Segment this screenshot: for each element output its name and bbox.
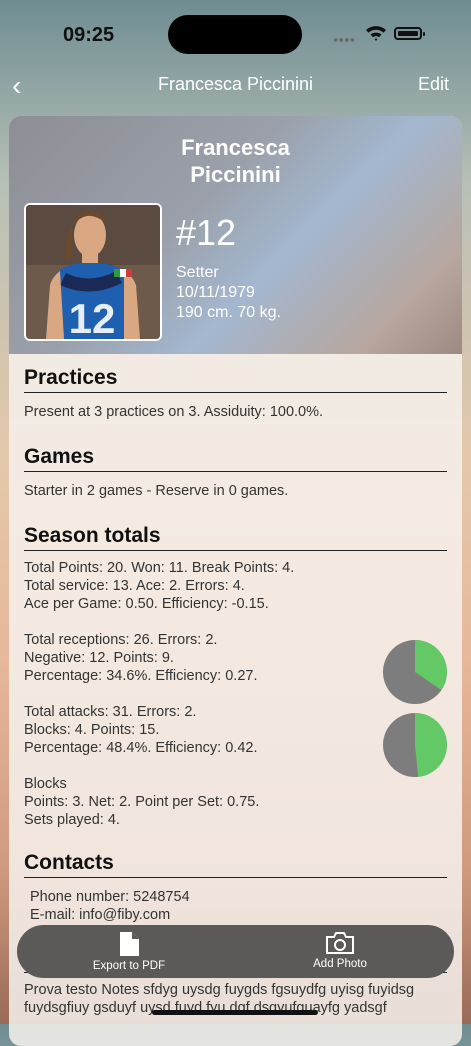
player-photo-image: 12: [26, 205, 160, 339]
practices-heading: Practices: [24, 366, 447, 393]
navigation-bar: ‹ Francesca Piccinini Edit: [0, 64, 471, 108]
season-totals-heading: Season totals: [24, 524, 447, 551]
player-card: Francesca Piccinini 12 #12 Setter 10/11/…: [9, 116, 462, 1046]
service-stat-line: Total service: 13. Ace: 2. Errors: 4.: [24, 578, 245, 594]
practices-text: Present at 3 practices on 3. Assiduity: …: [24, 404, 324, 420]
jersey-number: 12: [69, 295, 116, 339]
player-last-name: Piccinini: [190, 162, 281, 187]
battery-icon: [394, 27, 425, 40]
receptions-pie-chart: [383, 640, 447, 704]
ace-stat-line: Ace per Game: 0.50. Efficiency: -0.15.: [24, 596, 269, 612]
player-role: Setter: [176, 264, 219, 281]
export-pdf-label: Export to PDF: [92, 960, 166, 972]
points-stat-line: Total Points: 20. Won: 11. Break Points:…: [24, 560, 295, 576]
home-indicator: [152, 1010, 318, 1015]
player-measures: 190 cm. 70 kg.: [176, 304, 281, 321]
contacts-heading: Contacts: [24, 851, 447, 878]
contact-email[interactable]: E-mail: info@fiby.com: [24, 906, 447, 924]
wifi-icon: [366, 26, 386, 41]
blocks-points-line: Points: 3. Net: 2. Point per Set: 0.75.: [24, 794, 260, 810]
player-header: Francesca Piccinini 12 #12 Setter 10/11/…: [9, 116, 462, 354]
notes-line-1: Prova testo Notes sfdyg uysdg fuygds fgs…: [24, 982, 415, 998]
attacks-pie-chart: [383, 713, 447, 777]
status-bar: 09:25: [0, 0, 471, 70]
export-pdf-button[interactable]: Export to PDF: [79, 931, 179, 972]
attacks-pie-slice: [415, 713, 447, 777]
player-photo[interactable]: 12: [24, 203, 162, 341]
camera-icon: [326, 932, 354, 954]
contact-phone[interactable]: Phone number: 5248754: [24, 888, 447, 906]
edit-button[interactable]: Edit: [418, 74, 449, 95]
player-first-name: Francesca: [181, 135, 290, 160]
games-text: Starter in 2 games - Reserve in 0 games.: [24, 483, 289, 499]
player-name: Francesca Piccinini: [9, 134, 462, 188]
player-birthdate: 10/11/1979: [176, 284, 255, 301]
status-time: 09:25: [63, 24, 115, 46]
document-icon: [120, 932, 139, 956]
player-number: #12: [176, 212, 237, 253]
page-title: Francesca Piccinini: [157, 74, 314, 94]
dynamic-island: [168, 15, 302, 54]
player-info: Setter 10/11/1979 190 cm. 70 kg.: [176, 263, 281, 323]
sets-played-line: Sets played: 4.: [24, 812, 120, 828]
cellular-signal-icon: [333, 38, 355, 42]
games-heading: Games: [24, 445, 447, 472]
bottom-toolbar: Export to PDF Add Photo: [17, 925, 454, 978]
add-photo-button[interactable]: Add Photo: [290, 931, 390, 970]
add-photo-label: Add Photo: [313, 958, 367, 970]
